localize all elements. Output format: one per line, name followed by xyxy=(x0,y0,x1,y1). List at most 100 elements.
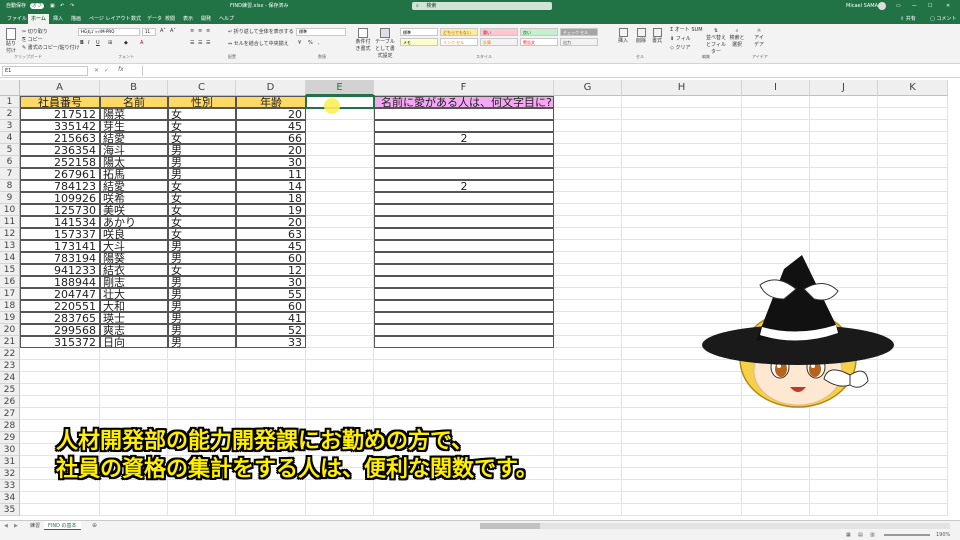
maximize-icon[interactable]: ☐ xyxy=(928,0,932,12)
percent-icon[interactable]: % xyxy=(308,40,313,46)
cell-h10[interactable] xyxy=(622,204,742,216)
cell-g32[interactable] xyxy=(554,468,622,480)
row-header[interactable]: 21 xyxy=(0,336,20,348)
align-top-icon[interactable]: ≡ xyxy=(190,28,194,34)
row-header[interactable]: 31 xyxy=(0,456,20,468)
cell-k4[interactable] xyxy=(878,132,948,144)
share-button[interactable]: ⇪ 共有 xyxy=(900,14,916,24)
cell-f23[interactable] xyxy=(374,360,554,372)
cell-f34[interactable] xyxy=(374,492,554,504)
row-header[interactable]: 34 xyxy=(0,492,20,504)
cell-i35[interactable] xyxy=(742,504,810,516)
cell-j11[interactable] xyxy=(810,216,878,228)
cell-f22[interactable] xyxy=(374,348,554,360)
cell-a1[interactable]: 社員番号 xyxy=(20,96,100,108)
row-header[interactable]: 24 xyxy=(0,372,20,384)
font-color-icon[interactable]: A xyxy=(140,40,143,46)
cell-e6[interactable] xyxy=(306,156,374,168)
close-icon[interactable]: ✕ xyxy=(946,0,950,12)
cell-f8[interactable]: 2 xyxy=(374,180,554,192)
cell-d25[interactable] xyxy=(236,384,306,396)
cell-h33[interactable] xyxy=(622,480,742,492)
column-header-h[interactable]: H xyxy=(622,80,742,96)
cell-i12[interactable] xyxy=(742,228,810,240)
cell-i7[interactable] xyxy=(742,168,810,180)
cell-d3[interactable]: 45 xyxy=(236,120,306,132)
cell-d12[interactable]: 63 xyxy=(236,228,306,240)
cell-k12[interactable] xyxy=(878,228,948,240)
row-header[interactable]: 11 xyxy=(0,216,20,228)
row-header[interactable]: 26 xyxy=(0,396,20,408)
cell-j29[interactable] xyxy=(810,432,878,444)
cell-d22[interactable] xyxy=(236,348,306,360)
cell-c10[interactable]: 女 xyxy=(168,204,236,216)
cell-h11[interactable] xyxy=(622,216,742,228)
cell-b9[interactable]: 咲希 xyxy=(100,192,168,204)
align-bottom-icon[interactable]: ≡ xyxy=(206,28,210,34)
fill-color-icon[interactable]: ◆ xyxy=(124,40,128,46)
cell-a11[interactable]: 141534 xyxy=(20,216,100,228)
cell-style-2[interactable]: どちらでもない xyxy=(440,28,478,36)
cell-h8[interactable] xyxy=(622,180,742,192)
cell-d20[interactable]: 52 xyxy=(236,324,306,336)
cell-i34[interactable] xyxy=(742,492,810,504)
cell-i3[interactable] xyxy=(742,120,810,132)
cell-i2[interactable] xyxy=(742,108,810,120)
cell-b13[interactable]: 大斗 xyxy=(100,240,168,252)
cell-a16[interactable]: 188944 xyxy=(20,276,100,288)
tab-4[interactable]: 描画 xyxy=(68,14,84,24)
font-name-select[interactable]: HG丸ｺﾞｼｯｸM-PRO xyxy=(78,28,140,36)
row-header[interactable]: 4 xyxy=(0,132,20,144)
tab-3[interactable]: 挿入 xyxy=(50,14,66,24)
cell-g16[interactable] xyxy=(554,276,622,288)
cell-h3[interactable] xyxy=(622,120,742,132)
column-header-j[interactable]: J xyxy=(810,80,878,96)
cell-b18[interactable]: 大和 xyxy=(100,300,168,312)
clear-button[interactable]: ◇ クリア xyxy=(670,44,690,51)
merge-center-button[interactable]: ⇔ セルを結合して中央揃え xyxy=(228,40,289,47)
cell-f14[interactable] xyxy=(374,252,554,264)
cell-h13[interactable] xyxy=(622,240,742,252)
cell-c14[interactable]: 男 xyxy=(168,252,236,264)
paste-button[interactable]: 貼り付け xyxy=(4,28,18,54)
cell-e18[interactable] xyxy=(306,300,374,312)
column-header-d[interactable]: D xyxy=(236,80,306,96)
cell-style-1[interactable]: 標準 xyxy=(400,28,438,36)
cell-f2[interactable] xyxy=(374,108,554,120)
column-header-e[interactable]: E xyxy=(306,80,374,96)
cell-g5[interactable] xyxy=(554,144,622,156)
cell-d35[interactable] xyxy=(236,504,306,516)
cell-f13[interactable] xyxy=(374,240,554,252)
cell-g10[interactable] xyxy=(554,204,622,216)
align-center-icon[interactable]: ☰ xyxy=(198,40,202,46)
cell-g34[interactable] xyxy=(554,492,622,504)
border-icon[interactable]: ⊞ xyxy=(108,40,112,46)
cell-c12[interactable]: 女 xyxy=(168,228,236,240)
row-header[interactable]: 20 xyxy=(0,324,20,336)
row-header[interactable]: 7 xyxy=(0,168,20,180)
cell-g21[interactable] xyxy=(554,336,622,348)
cell-style-10[interactable]: 出力 xyxy=(560,38,598,46)
cell-c25[interactable] xyxy=(168,384,236,396)
copy-button[interactable]: ⎘ コピー xyxy=(22,36,43,43)
row-header[interactable]: 28 xyxy=(0,420,20,432)
cell-k29[interactable] xyxy=(878,432,948,444)
cell-h12[interactable] xyxy=(622,228,742,240)
cell-f9[interactable] xyxy=(374,192,554,204)
cell-e34[interactable] xyxy=(306,492,374,504)
cell-c34[interactable] xyxy=(168,492,236,504)
cell-b4[interactable]: 結愛 xyxy=(100,132,168,144)
row-header[interactable]: 3 xyxy=(0,120,20,132)
cell-i1[interactable] xyxy=(742,96,810,108)
row-header[interactable]: 19 xyxy=(0,312,20,324)
row-header[interactable]: 13 xyxy=(0,240,20,252)
cell-f11[interactable] xyxy=(374,216,554,228)
cell-g31[interactable] xyxy=(554,456,622,468)
cell-i30[interactable] xyxy=(742,444,810,456)
cell-c24[interactable] xyxy=(168,372,236,384)
cell-j9[interactable] xyxy=(810,192,878,204)
cell-a35[interactable] xyxy=(20,504,100,516)
cell-g14[interactable] xyxy=(554,252,622,264)
cell-style-5[interactable]: チェック セル xyxy=(560,28,598,36)
cell-d13[interactable]: 45 xyxy=(236,240,306,252)
